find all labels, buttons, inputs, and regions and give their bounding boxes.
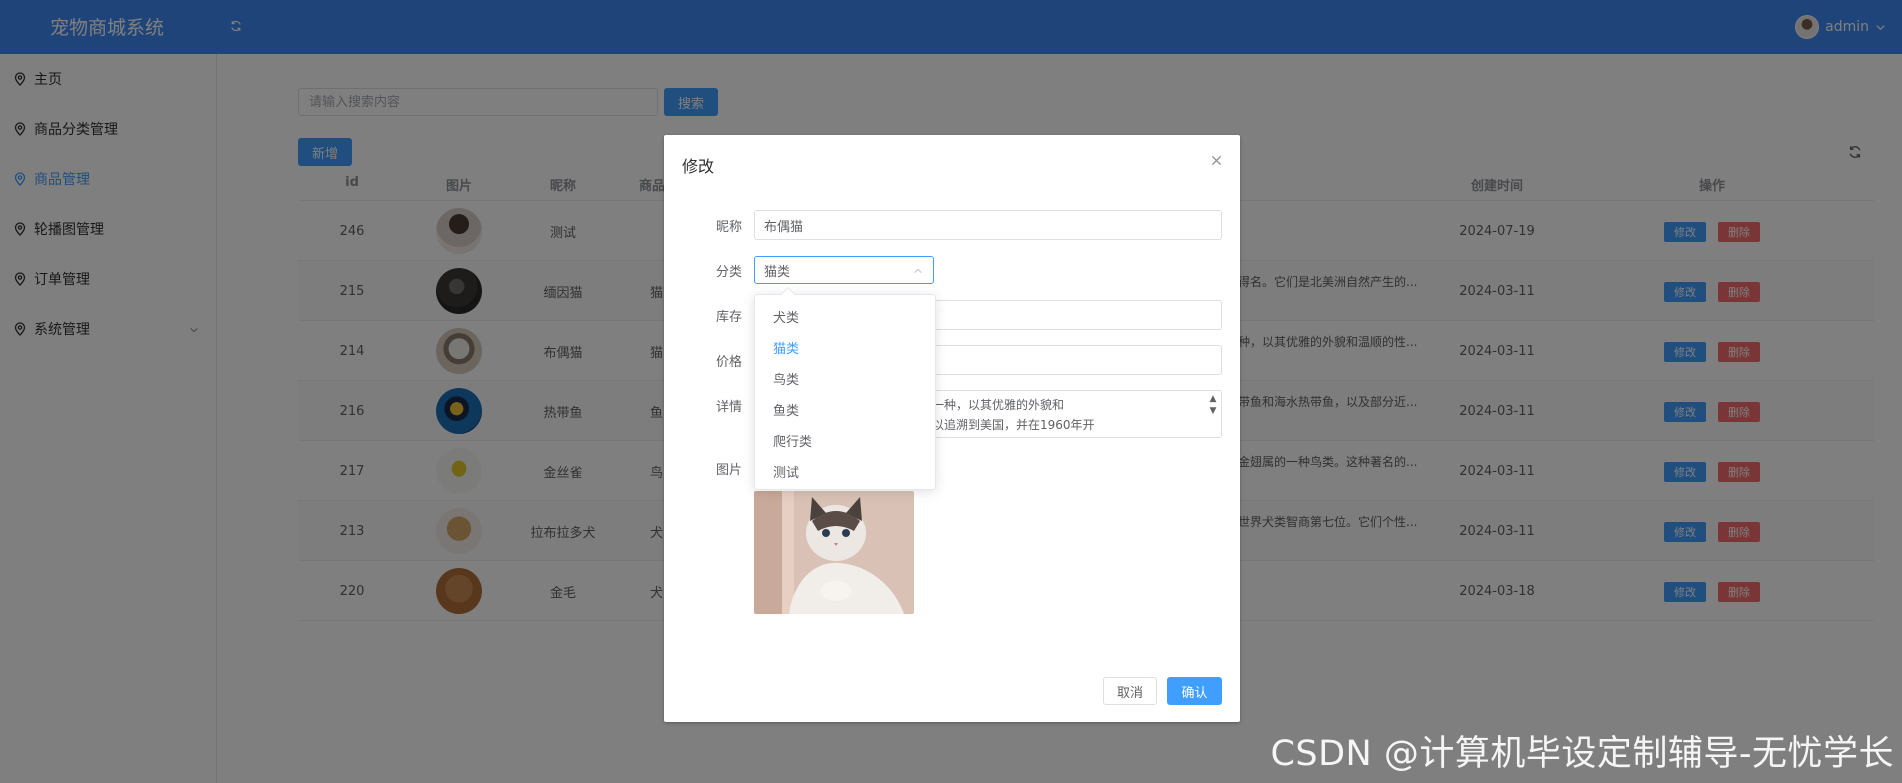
- dropdown-option[interactable]: 犬类: [755, 301, 935, 332]
- dropdown-option[interactable]: 鸟类: [755, 363, 935, 394]
- dropdown-option[interactable]: 测试: [755, 456, 935, 487]
- dropdown-option[interactable]: 鱼类: [755, 394, 935, 425]
- scroll-arrows-icon[interactable]: ▲ ▼: [1207, 393, 1219, 417]
- close-icon[interactable]: [1211, 155, 1222, 166]
- price-label: 价格: [715, 355, 742, 370]
- confirm-button[interactable]: 确认: [1167, 677, 1222, 705]
- category-label: 分类: [715, 265, 742, 280]
- image-label: 图片: [715, 463, 742, 478]
- nickname-label: 昵称: [715, 220, 742, 235]
- category-dropdown: 犬类 猫类 鸟类 鱼类 爬行类 测试: [754, 286, 936, 490]
- product-image-preview[interactable]: [754, 491, 914, 614]
- category-select[interactable]: 猫类: [754, 256, 934, 284]
- edit-dialog: 修改 昵称 布偶猫 分类 猫类 库存 价格 详情 布偶猫是猫中体形和体重较大的一…: [664, 135, 1240, 722]
- detail-label: 详情: [715, 400, 742, 415]
- dropdown-option[interactable]: 爬行类: [755, 425, 935, 456]
- dialog-title: 修改: [682, 157, 715, 176]
- nickname-value: 布偶猫: [764, 219, 804, 235]
- dropdown-option[interactable]: 猫类: [755, 332, 935, 363]
- watermark: CSDN @计算机毕设定制辅导-无忧学长: [1270, 734, 1894, 774]
- category-value: 猫类: [764, 264, 791, 280]
- nickname-field[interactable]: 布偶猫: [754, 210, 1222, 240]
- chevron-up-icon: [913, 266, 923, 276]
- cancel-button[interactable]: 取消: [1103, 677, 1157, 705]
- stock-label: 库存: [715, 310, 742, 325]
